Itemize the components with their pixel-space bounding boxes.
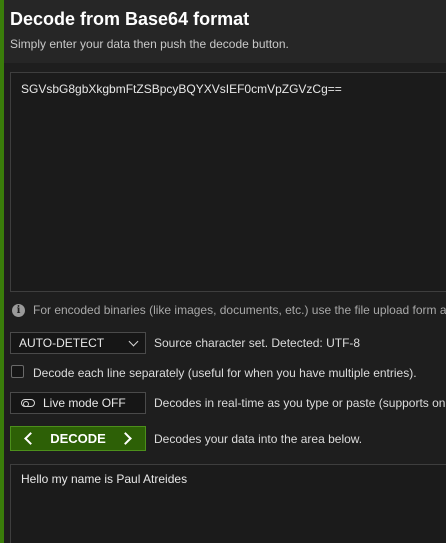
chevron-down-icon (128, 336, 139, 347)
decoded-output-area[interactable]: Hello my name is Paul Atreides (10, 464, 446, 543)
info-icon: i (12, 303, 25, 317)
base64-input-textarea[interactable]: SGVsbG8gbXkgbmFtZSBpcyBQYXVsIEF0cmVpZGVz… (10, 72, 446, 292)
file-upload-note-text: For encoded binaries (like images, docum… (33, 303, 446, 317)
page-title: Decode from Base64 format (10, 9, 250, 29)
toggle-icon (21, 399, 35, 407)
page-subtitle: Simply enter your data then push the dec… (10, 37, 289, 51)
decode-panel: Decode from Base64 format Simply enter y… (4, 0, 446, 543)
file-upload-note: i For encoded binaries (like images, doc… (12, 303, 446, 317)
chevron-right-icon (119, 432, 132, 445)
decoded-output-text: Hello my name is Paul Atreides (21, 472, 188, 486)
charset-select[interactable]: AUTO-DETECT (10, 332, 146, 354)
charset-select-value: AUTO-DETECT (19, 336, 105, 350)
decode-each-line-checkbox[interactable] (11, 365, 24, 378)
panel-header: Decode from Base64 format Simply enter y… (4, 0, 446, 63)
decode-button[interactable]: DECODE (10, 426, 146, 451)
live-mode-toggle[interactable]: Live mode OFF (10, 392, 146, 414)
live-mode-description: Decodes in real-time as you type or past… (154, 396, 446, 410)
decode-each-line-label[interactable]: Decode each line separately (useful for … (33, 366, 417, 380)
decode-description: Decodes your data into the area below. (154, 432, 363, 446)
live-mode-label: Live mode OFF (43, 396, 126, 410)
charset-description: Source character set. Detected: UTF-8 (154, 336, 361, 350)
decode-button-label: DECODE (50, 431, 106, 446)
chevron-left-icon (24, 432, 37, 445)
